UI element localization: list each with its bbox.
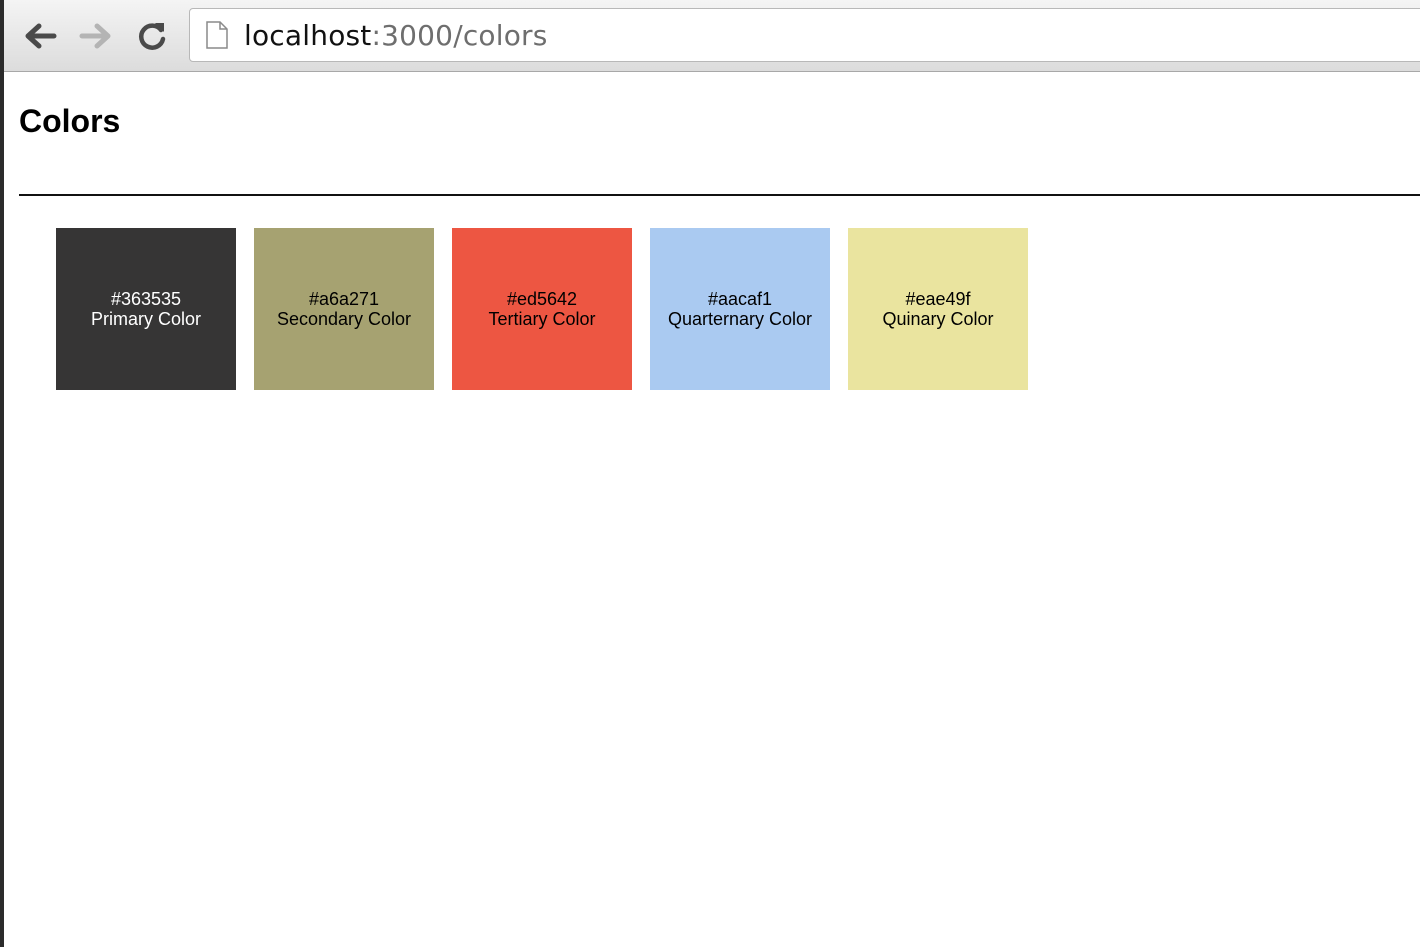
swatch-label: Tertiary Color [488,309,596,329]
swatch-label: Primary Color [90,309,201,329]
forward-button[interactable] [76,16,116,56]
browser-toolbar: localhost:3000/colors [4,0,1420,72]
swatch-hex: #363535 [110,289,182,309]
swatch-quinary: #eae49f Quinary Color [848,228,1028,390]
swatch-label: Quarternary Color [667,309,813,329]
address-bar[interactable]: localhost:3000/colors [189,8,1420,62]
divider [19,194,1420,196]
swatch-label: Quinary Color [882,309,994,329]
swatch-hex: #eae49f [905,289,971,309]
reload-button[interactable] [132,16,172,56]
page-title: Colors [19,103,121,139]
reload-icon [139,23,166,50]
color-swatches: #363535 Primary Color #a6a271 Secondary … [56,228,1028,390]
swatch-hex: #ed5642 [506,289,578,309]
swatch-label: Secondary Color [276,309,412,329]
swatch-quarternary: #aacaf1 Quarternary Color [650,228,830,390]
swatch-secondary: #a6a271 Secondary Color [254,228,434,390]
page-icon [204,19,230,51]
swatch-tertiary: #ed5642 Tertiary Color [452,228,632,390]
arrow-left-icon [25,23,57,49]
swatch-hex: #a6a271 [308,289,380,309]
url-host: localhost [244,18,372,52]
url-text: localhost:3000/colors [244,19,548,52]
arrow-right-icon [79,23,111,49]
swatch-hex: #aacaf1 [707,289,773,309]
swatch-primary: #363535 Primary Color [56,228,236,390]
url-path: :3000/colors [371,18,548,52]
back-button[interactable] [20,16,60,56]
page-content: Colors #363535 Primary Color #a6a271 Sec… [4,73,1420,947]
